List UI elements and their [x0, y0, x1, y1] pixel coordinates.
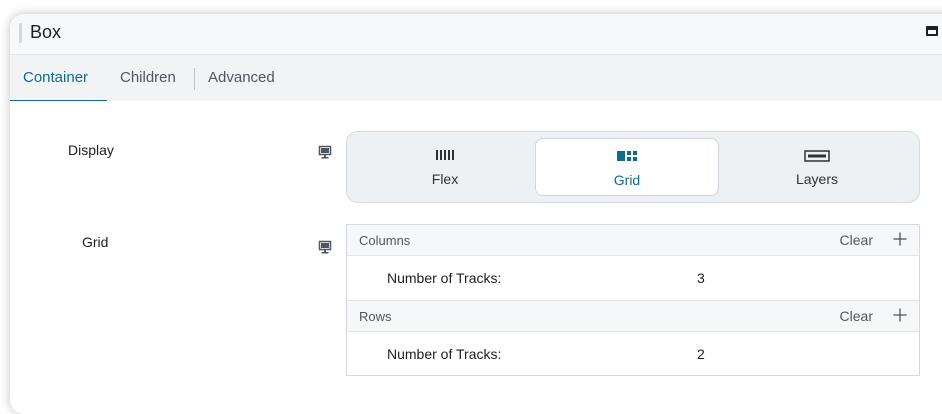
panel-titlebar: Box	[10, 14, 942, 55]
active-tab-indicator	[10, 100, 107, 101]
display-option-flex[interactable]: Flex	[353, 138, 537, 196]
rows-clear-button[interactable]: Clear	[840, 308, 873, 324]
display-option-flex-label: Flex	[431, 171, 459, 187]
panel-title: Box	[30, 22, 62, 42]
tab-container[interactable]: Container	[23, 69, 88, 86]
title-accent-bar	[19, 23, 22, 43]
desktop-icon[interactable]	[318, 240, 332, 254]
rows-add-icon[interactable]	[893, 308, 907, 322]
rows-track-value[interactable]: 2	[697, 346, 705, 362]
display-option-layers-label: Layers	[795, 171, 839, 187]
columns-track-value[interactable]: 3	[697, 270, 705, 286]
display-label: Display	[68, 142, 114, 158]
layers-icon	[804, 150, 830, 162]
columns-track-label: Number of Tracks:	[387, 270, 502, 286]
flex-columns-icon	[436, 150, 454, 160]
tab-advanced[interactable]: Advanced	[208, 69, 275, 86]
display-option-grid-label: Grid	[613, 172, 641, 188]
tab-children[interactable]: Children	[120, 69, 176, 86]
tab-bar: Container Children Advanced	[10, 55, 942, 101]
display-mode-selector: Flex Grid Layers	[346, 131, 920, 203]
rows-track-label: Number of Tracks:	[387, 346, 502, 362]
desktop-icon[interactable]	[318, 145, 332, 159]
columns-header: Columns Clear	[347, 225, 919, 256]
rows-header: Rows Clear	[347, 301, 919, 332]
grid-settings-box: Columns Clear Number of Tracks: 3 Rows C…	[346, 224, 920, 376]
rows-title: Rows	[359, 309, 392, 324]
rows-track-row[interactable]: Number of Tracks: 2	[347, 332, 919, 376]
columns-add-icon[interactable]	[893, 232, 907, 246]
columns-track-row[interactable]: Number of Tracks: 3	[347, 256, 919, 301]
display-option-grid[interactable]: Grid	[535, 138, 719, 196]
tab-divider	[194, 68, 195, 90]
display-option-layers[interactable]: Layers	[725, 138, 909, 196]
columns-clear-button[interactable]: Clear	[840, 232, 873, 248]
grid-icon	[617, 151, 637, 161]
box-panel: Box Container Children Advanced Display …	[10, 14, 942, 414]
window-maximize-icon[interactable]	[926, 26, 938, 36]
grid-label: Grid	[82, 234, 109, 250]
columns-title: Columns	[359, 233, 411, 248]
